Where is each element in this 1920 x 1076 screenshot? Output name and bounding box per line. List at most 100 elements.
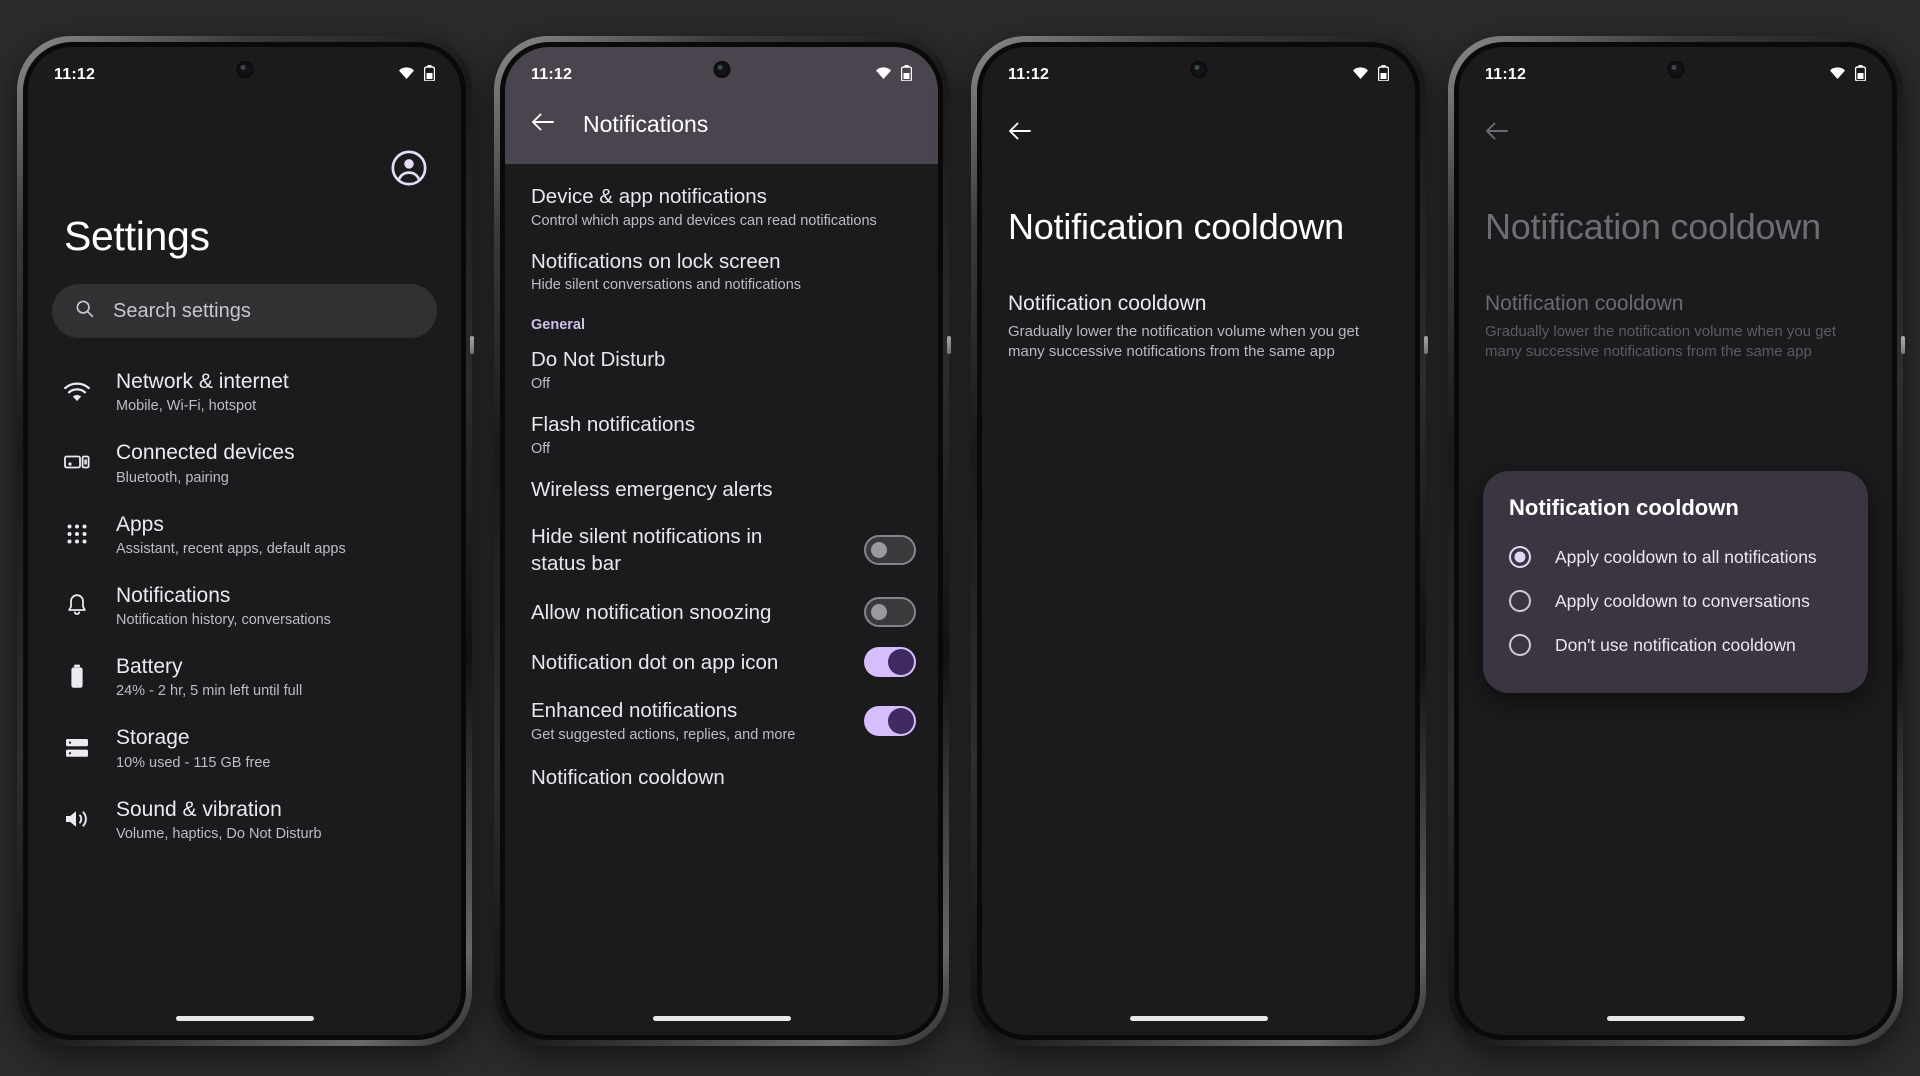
sidebar-item-storage[interactable]: Storage 10% used - 115 GB free	[28, 712, 461, 783]
phone-3-cooldown-detail: 11:12 Notification cooldown Notification…	[971, 36, 1428, 1046]
sidebar-item-subtitle: Assistant, recent apps, default apps	[116, 540, 346, 557]
list-item-wireless-emergency-alerts[interactable]: Wireless emergency alerts	[505, 467, 938, 514]
status-bar-time: 11:12	[531, 66, 573, 83]
toggle-switch-enhanced-notifications[interactable]	[864, 706, 916, 737]
screenshot-stage: 11:12 Settings Search settings Network &…	[0, 0, 1920, 1076]
battery-icon	[64, 664, 90, 689]
list-item-flash-notifications[interactable]: Flash notifications Off	[505, 402, 938, 467]
camera-punch-hole	[1190, 61, 1207, 78]
toggle-switch-allow-snoozing[interactable]	[864, 597, 916, 628]
sidebar-item-title: Sound & vibration	[116, 797, 282, 821]
status-bar-icons	[1829, 64, 1867, 86]
back-arrow-icon[interactable]	[531, 112, 555, 137]
home-gesture-pill[interactable]	[1129, 1016, 1268, 1021]
sidebar-item-connected-devices[interactable]: Connected devices Bluetooth, pairing	[28, 427, 461, 498]
sidebar-item-title: Apps	[116, 512, 164, 536]
wifi-icon	[398, 66, 415, 85]
battery-icon	[1377, 64, 1390, 86]
connected-devices-icon	[64, 453, 90, 473]
section-header-general: General	[531, 317, 585, 334]
sidebar-item-title: Connected devices	[116, 441, 295, 465]
wifi-icon	[1829, 66, 1846, 85]
sidebar-item-subtitle: Bluetooth, pairing	[116, 469, 229, 486]
radio-option-all-notifications[interactable]: Apply cooldown to all notifications	[1503, 535, 1848, 579]
back-arrow-icon[interactable]	[982, 103, 1415, 146]
page-title: Notification cooldown	[1485, 206, 1821, 247]
camera-punch-hole	[236, 61, 253, 78]
cooldown-content: Notification cooldown Notification coold…	[982, 103, 1415, 1035]
cooldown-content-dimmed: Notification cooldown Notification coold…	[1459, 103, 1892, 1035]
radio-selected-icon[interactable]	[1509, 546, 1531, 568]
sidebar-item-notifications[interactable]: Notifications Notification history, conv…	[28, 570, 461, 641]
sidebar-item-apps[interactable]: Apps Assistant, recent apps, default app…	[28, 499, 461, 570]
search-icon	[74, 298, 95, 324]
toggle-row-hide-silent-notifications[interactable]: Hide silent notifications in status bar	[505, 513, 938, 587]
page-title: Notification cooldown	[1008, 206, 1344, 247]
status-bar: 11:12	[1459, 47, 1892, 103]
toggle-label-title: Enhanced notifications	[531, 699, 738, 723]
camera-punch-hole	[713, 61, 730, 78]
radio-option-label: Don't use notification cooldown	[1555, 634, 1796, 655]
toggle-label: Notification dot on app icon	[531, 650, 779, 674]
status-bar: 11:12	[982, 47, 1415, 103]
radio-option-label: Apply cooldown to conversations	[1555, 590, 1810, 611]
toggle-switch-hide-silent-notifications[interactable]	[864, 535, 916, 566]
search-placeholder: Search settings	[113, 299, 251, 322]
phone-2-notifications: 11:12 Notifications Device & app notific…	[494, 36, 951, 1046]
radio-option-conversations[interactable]: Apply cooldown to conversations	[1503, 579, 1848, 623]
radio-unselected-icon[interactable]	[1509, 634, 1531, 656]
apps-grid-icon	[64, 523, 90, 545]
radio-option-dont-use[interactable]: Don't use notification cooldown	[1503, 623, 1848, 667]
camera-punch-hole	[1667, 61, 1684, 78]
power-button[interactable]	[1424, 336, 1428, 354]
list-item-subtitle: Control which apps and devices can read …	[531, 212, 877, 229]
sidebar-item-title: Network & internet	[116, 370, 289, 393]
list-item-lock-screen-notifications[interactable]: Notifications on lock screen Hide silent…	[505, 239, 938, 304]
battery-icon	[1854, 64, 1867, 86]
toggle-label: Allow notification snoozing	[531, 600, 772, 624]
storage-icon	[64, 737, 90, 759]
list-item-notification-cooldown[interactable]: Notification cooldown	[505, 755, 938, 802]
bell-icon	[64, 593, 90, 617]
wifi-icon	[875, 66, 892, 85]
home-gesture-pill[interactable]	[1606, 1016, 1745, 1021]
status-bar-time: 11:12	[54, 66, 96, 83]
sidebar-item-sound[interactable]: Sound & vibration Volume, haptics, Do No…	[28, 784, 461, 855]
toggle-row-allow-snoozing[interactable]: Allow notification snoozing	[505, 587, 938, 637]
list-item-subtitle: Off	[531, 375, 551, 392]
sidebar-item-network[interactable]: Network & internet Mobile, Wi-Fi, hotspo…	[28, 356, 461, 427]
sidebar-item-title: Storage	[116, 726, 190, 750]
status-bar-time: 11:12	[1485, 66, 1527, 83]
phone-1-screen: 11:12 Settings Search settings Network &…	[28, 47, 461, 1035]
search-input[interactable]: Search settings	[52, 284, 437, 338]
power-button[interactable]	[470, 336, 474, 354]
sidebar-item-subtitle: Notification history, conversations	[116, 612, 331, 628]
list-item-do-not-disturb[interactable]: Do Not Disturb Off	[505, 337, 938, 402]
toggle-row-notification-dot[interactable]: Notification dot on app icon	[505, 637, 938, 687]
settings-list: Network & internet Mobile, Wi-Fi, hotspo…	[28, 356, 461, 855]
toggle-switch-notification-dot[interactable]	[864, 647, 916, 678]
radio-unselected-icon[interactable]	[1509, 590, 1531, 612]
wifi-icon	[1352, 66, 1369, 85]
home-gesture-pill[interactable]	[652, 1016, 791, 1021]
toggle-row-enhanced-notifications[interactable]: Enhanced notifications Get suggested act…	[505, 687, 938, 755]
list-item-title: Notification cooldown	[531, 766, 725, 790]
list-item-title: Device & app notifications	[531, 185, 767, 208]
account-circle-icon[interactable]	[390, 149, 428, 187]
notifications-list: Device & app notifications Control which…	[505, 164, 938, 1035]
phone-1-settings: 11:12 Settings Search settings Network &…	[17, 36, 474, 1046]
power-button[interactable]	[947, 336, 951, 354]
sidebar-item-title: Notifications	[116, 583, 231, 607]
power-button[interactable]	[1901, 336, 1905, 354]
sidebar-item-subtitle: Volume, haptics, Do Not Disturb	[116, 825, 322, 842]
app-bar-title: Notifications	[583, 111, 709, 137]
status-bar-icons	[875, 64, 913, 86]
home-gesture-pill[interactable]	[175, 1016, 314, 1021]
toggle-label-subtitle: Get suggested actions, replies, and more	[531, 727, 796, 744]
status-bar-icons	[1352, 64, 1390, 86]
app-bar-row: Notifications	[505, 103, 938, 138]
list-item-device-app-notifications[interactable]: Device & app notifications Control which…	[505, 174, 938, 239]
sidebar-item-battery[interactable]: Battery 24% - 2 hr, 5 min left until ful…	[28, 641, 461, 712]
back-arrow-icon	[1459, 103, 1892, 146]
sidebar-item-subtitle: 24% - 2 hr, 5 min left until full	[116, 683, 303, 700]
